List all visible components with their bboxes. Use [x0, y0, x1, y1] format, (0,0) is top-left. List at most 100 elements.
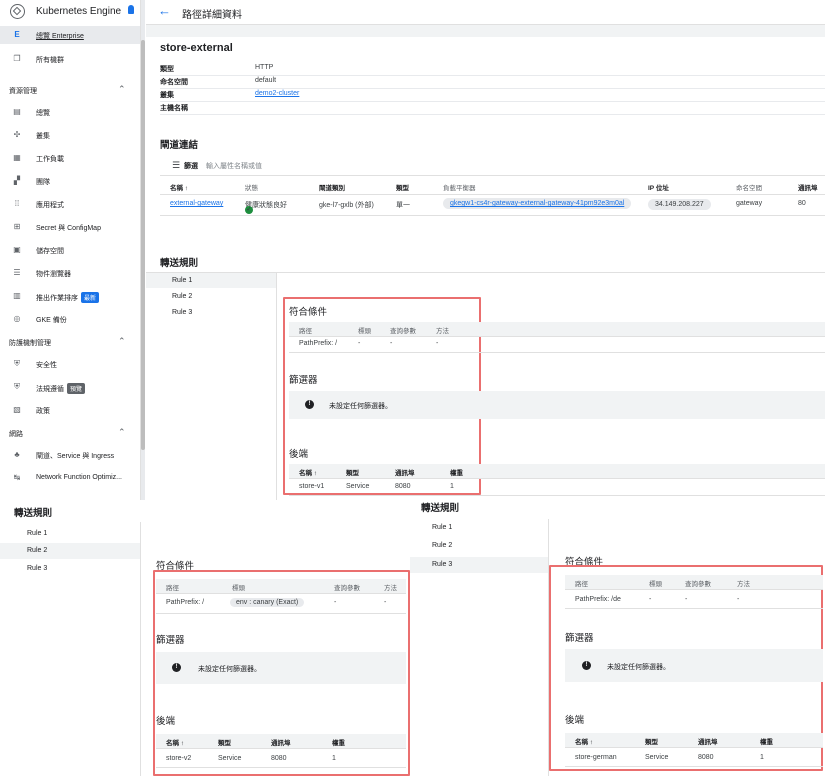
rule-3-tab[interactable]: Rule 3 [172, 309, 192, 316]
sidebar-section-resource-management[interactable]: 資源管理 ⌃ [0, 82, 140, 98]
table-row: store-german Service 8080 1 [565, 751, 823, 767]
header-label-chip: env : canary (Exact) [230, 598, 305, 607]
sidebar-item-label: 工作負載 [36, 156, 64, 163]
filter-bar[interactable]: ☰ 篩選 輸入屬性名稱或值 [160, 157, 825, 176]
rule-2-tab[interactable]: Rule 2 [27, 547, 47, 554]
sidebar-item-policy[interactable]: ▧ 政策 [0, 401, 140, 419]
sidebar-item-label: 總覽 [36, 110, 50, 117]
table-row: PathPrefix: / - - - [289, 337, 825, 353]
col-status: 狀態 [245, 185, 258, 192]
section-label: 網路 [9, 431, 23, 438]
detail-key: 叢集 [160, 92, 174, 99]
no-filter-notice: ! 未設定任何篩選器。 [289, 391, 825, 419]
sidebar-item-object-browser[interactable]: ☰ 物件瀏覽器 [0, 264, 140, 282]
check-circle-icon: ✓ [245, 206, 253, 214]
sidebar-item-label: 物件瀏覽器 [36, 271, 71, 278]
col-type: 類型 [346, 470, 359, 477]
col-header: 標頭 [649, 581, 662, 588]
table-row: store-v2 Service 8080 1 [156, 752, 406, 768]
rule-1-tab[interactable]: Rule 1 [27, 530, 47, 537]
col-type: 類型 [218, 740, 231, 747]
rule-2-tab[interactable]: Rule 2 [172, 293, 192, 300]
sidebar-item-gke-backup[interactable]: ◎ GKE 備份 [0, 310, 140, 328]
type-cell: Service [218, 755, 242, 762]
weight-cell: 1 [332, 755, 336, 762]
sidebar-item-rollout-sequencing[interactable]: ▥ 推出作業排序 最新 [0, 287, 140, 305]
table-row: PathPrefix: /de - - - [565, 593, 823, 609]
sidebar-item-label: 安全性 [36, 362, 57, 369]
sidebar-item-all-fleets[interactable]: ❐ 所有機群 [0, 50, 140, 68]
col-path: 路徑 [575, 581, 588, 588]
sidebar-item-overview[interactable]: ▤ 總覽 [0, 103, 140, 121]
col-name[interactable]: 名稱 ↑ [299, 467, 317, 477]
header-cell: - [649, 596, 652, 603]
sidebar-item-overview-enterprise[interactable]: E 總覽 Enterprise [0, 26, 140, 44]
network-function-icon: ↹ [13, 473, 21, 482]
sidebar-section-posture-management[interactable]: 防護機制管理 ⌃ [0, 334, 140, 350]
col-name[interactable]: 名稱 ↑ [575, 736, 593, 746]
service-cell: store-v2 [166, 755, 192, 762]
col-query: 查詢參數 [390, 328, 416, 335]
detail-key: 類型 [160, 66, 174, 73]
load-balancer-link[interactable]: gkegw1-cs4r-gateway-external-gateway-41p… [443, 198, 632, 209]
backend-table-header: 名稱 ↑ 類型 通訊埠 權重 [565, 733, 823, 748]
gateway-link[interactable]: external-gateway [170, 200, 223, 207]
port-cell: 8080 [271, 755, 287, 762]
col-name[interactable]: 名稱 ↑ [166, 737, 184, 747]
sidebar-item-secrets-configmaps[interactable]: ⊞ Secret 與 ConfigMap [0, 218, 140, 236]
divider [140, 522, 141, 776]
sidebar-item-label: 團隊 [36, 179, 50, 186]
col-method: 方法 [384, 585, 397, 592]
col-class: 閘道類別 [319, 185, 345, 192]
network-icon: ♣ [14, 450, 20, 459]
sidebar-item-security[interactable]: ⛨ 安全性 [0, 355, 140, 373]
col-weight: 權重 [332, 740, 345, 747]
col-path: 路徑 [299, 328, 312, 335]
status-cell: ✓ 健康狀態良好 [245, 200, 287, 214]
no-filter-text: 未設定任何篩選器。 [607, 664, 670, 671]
cluster-link[interactable]: demo2-cluster [255, 90, 299, 97]
sidebar-item-storage[interactable]: ▣ 儲存空間 [0, 241, 140, 259]
no-filter-text: 未設定任何篩選器。 [329, 403, 392, 410]
port-cell: 8080 [395, 483, 411, 490]
match-table-header: 路徑 標頭 查詢參數 方法 [565, 575, 823, 590]
path-cell: PathPrefix: /de [575, 596, 621, 603]
pin-icon[interactable] [128, 5, 134, 14]
rule-1-tab[interactable]: Rule 1 [172, 277, 192, 284]
filter-input[interactable]: 輸入屬性名稱或值 [206, 161, 262, 171]
method-cell: - [384, 599, 387, 606]
sidebar-item-workloads[interactable]: ▦ 工作負載 [0, 149, 140, 167]
col-query: 查詢參數 [334, 585, 360, 592]
backend-title: 後端 [289, 449, 309, 460]
col-port: 通訊埠 [798, 185, 818, 192]
sidebar-item-network-function[interactable]: ↹ Network Function Optimiz... [0, 469, 140, 487]
sidebar-item-applications[interactable]: ⁞⁞ 應用程式 [0, 195, 140, 213]
detail-value: default [255, 77, 277, 84]
back-arrow-icon[interactable]: ← [158, 3, 171, 18]
clusters-icon: ✣ [13, 130, 21, 139]
col-weight: 權重 [760, 739, 773, 746]
detail-row-cluster: 叢集 demo2-cluster [160, 88, 825, 102]
sidebar-section-networking[interactable]: 網路 ⌃ [0, 425, 140, 441]
col-name[interactable]: 名稱 ↑ [170, 182, 188, 192]
col-type: 類型 [645, 739, 658, 746]
rule-3-tab[interactable]: Rule 3 [27, 565, 47, 572]
no-filter-text: 未設定任何篩選器。 [198, 666, 261, 673]
info-icon: ! [305, 400, 314, 409]
rule-1-tab[interactable]: Rule 1 [432, 524, 452, 531]
applications-icon: ⁞⁞ [14, 199, 20, 208]
rule-selected-bg [0, 543, 140, 559]
scrollbar-thumb[interactable] [141, 40, 145, 450]
rule-3-tab[interactable]: Rule 3 [432, 561, 452, 568]
backup-icon: ◎ [13, 314, 21, 323]
sidebar-item-compliance[interactable]: ⛨ 法規遵循 預覽 [0, 378, 140, 396]
sidebar-item-gateways-services-ingress[interactable]: ♣ 閘道、Service 與 Ingress [0, 446, 140, 464]
detail-row-type: 類型 HTTP [160, 62, 825, 76]
divider [276, 273, 277, 500]
path-cell: PathPrefix: / [299, 340, 338, 347]
sidebar-item-teams[interactable]: ▞ 團隊 [0, 172, 140, 190]
rule-2-tab[interactable]: Rule 2 [432, 542, 452, 549]
sidebar-item-clusters[interactable]: ✣ 叢集 [0, 126, 140, 144]
object-browser-icon: ☰ [13, 268, 21, 277]
sidebar-scrollbar[interactable] [141, 0, 145, 500]
